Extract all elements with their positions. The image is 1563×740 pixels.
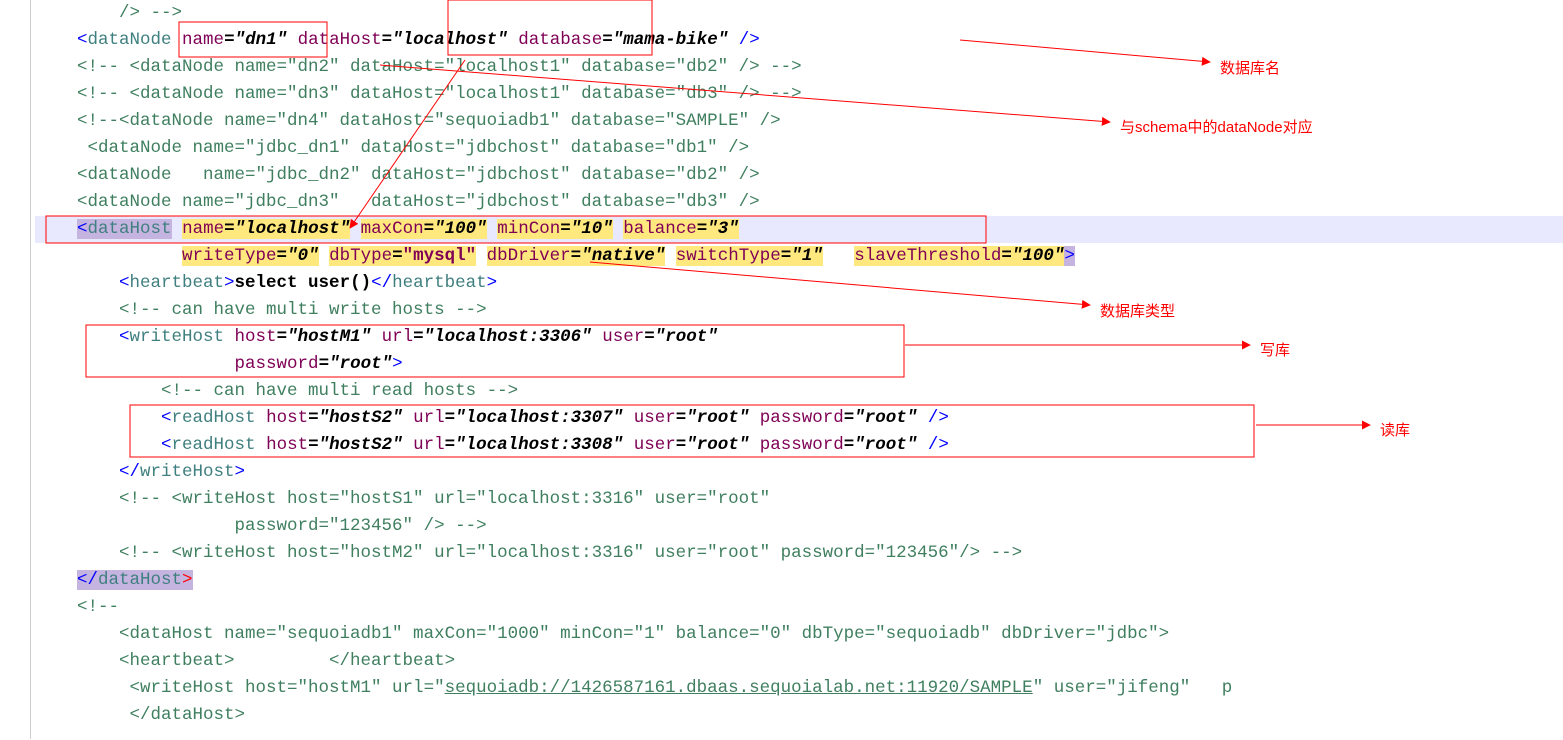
code-line: <!-- <writeHost host="hostS1" url="local… xyxy=(35,486,1563,513)
annotation-label-datanode: 与schema中的dataNode对应 xyxy=(1120,114,1313,141)
annotation-label-read-db: 读库 xyxy=(1380,417,1410,444)
annotation-label-write-db: 写库 xyxy=(1260,337,1290,364)
code-line: <readHost host="hostS2" url="localhost:3… xyxy=(35,432,1563,459)
code-line: /> --> xyxy=(35,0,1563,27)
code-line: <writeHost host="hostM1" url="sequoiadb:… xyxy=(35,675,1563,702)
code-line: <heartbeat> </heartbeat> xyxy=(35,648,1563,675)
code-line: <!-- can have multi read hosts --> xyxy=(35,378,1563,405)
code-line: <!-- can have multi write hosts --> xyxy=(35,297,1563,324)
code-xml-block: /> --> <dataNode name="dn1" dataHost="lo… xyxy=(0,0,1563,739)
line-gutter xyxy=(0,0,31,739)
code-line: <!-- <dataNode name="dn2" dataHost="loca… xyxy=(35,54,1563,81)
annotation-label-db-name: 数据库名 xyxy=(1220,55,1280,82)
code-line: </dataHost> xyxy=(35,567,1563,594)
code-line: <heartbeat>select user()</heartbeat> xyxy=(35,270,1563,297)
code-line: writeType="0" dbType="mysql" dbDriver="n… xyxy=(35,243,1563,270)
code-line: password="root"> xyxy=(35,351,1563,378)
code-line: <!--<dataNode name="dn4" dataHost="sequo… xyxy=(35,108,1563,135)
code-line: </writeHost> xyxy=(35,459,1563,486)
code-line: password="123456" /> --> xyxy=(35,513,1563,540)
annotation-label-db-type: 数据库类型 xyxy=(1100,298,1175,325)
code-line: <!-- <writeHost host="hostM2" url="local… xyxy=(35,540,1563,567)
code-line: <dataNode name="dn1" dataHost="localhost… xyxy=(35,27,1563,54)
code-line-highlight: <dataHost name="localhost" maxCon="100" … xyxy=(35,216,1563,243)
code-line: <!-- <dataNode name="dn3" dataHost="loca… xyxy=(35,81,1563,108)
code-line: <dataHost name="sequoiadb1" maxCon="1000… xyxy=(35,621,1563,648)
code-line: <dataNode name="jdbc_dn1" dataHost="jdbc… xyxy=(35,135,1563,162)
code-line: <dataNode name="jdbc_dn3" dataHost="jdbc… xyxy=(35,189,1563,216)
code-line: <readHost host="hostS2" url="localhost:3… xyxy=(35,405,1563,432)
code-line: <dataNode name="jdbc_dn2" dataHost="jdbc… xyxy=(35,162,1563,189)
code-line: <!-- xyxy=(35,594,1563,621)
code-line: </dataHost> xyxy=(35,702,1563,729)
code-line: <writeHost host="hostM1" url="localhost:… xyxy=(35,324,1563,351)
